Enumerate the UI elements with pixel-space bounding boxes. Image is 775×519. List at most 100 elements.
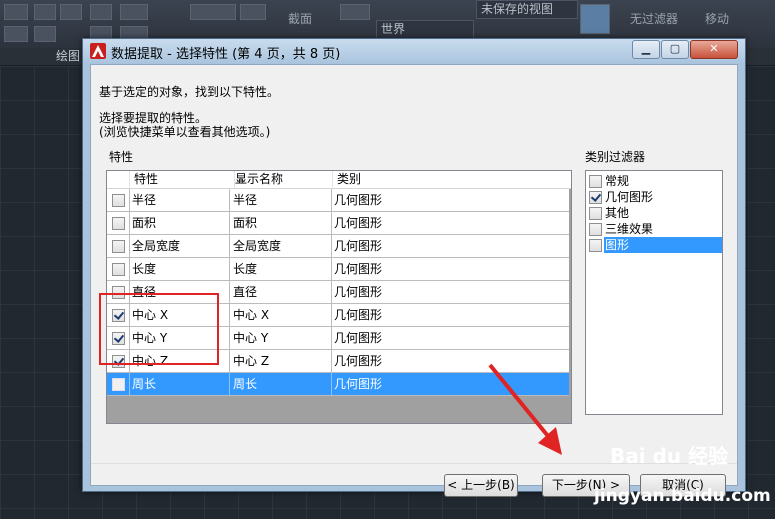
properties-group-label: 特性: [109, 150, 134, 164]
property-name: 周长: [132, 377, 157, 391]
filter-checkbox[interactable]: [589, 239, 602, 252]
ribbon-tool-button[interactable]: [4, 26, 28, 42]
table-row[interactable]: 半径 半径 几何图形: [107, 189, 569, 212]
filter-checkbox[interactable]: [589, 191, 602, 204]
category-name: 几何图形: [334, 308, 383, 322]
ribbon-tool-button[interactable]: [240, 4, 266, 20]
filter-label: 图形: [604, 237, 722, 253]
column-divider: [331, 350, 332, 372]
ribbon-tool-button[interactable]: [34, 4, 56, 20]
row-checkbox[interactable]: [112, 309, 125, 322]
view-select[interactable]: 未保存的视图: [476, 0, 578, 19]
column-divider: [129, 258, 130, 280]
filter-checkbox[interactable]: [589, 223, 602, 236]
row-checkbox[interactable]: [112, 263, 125, 276]
row-checkbox[interactable]: [112, 240, 125, 253]
category-name: 几何图形: [334, 193, 383, 207]
category-name: 几何图形: [334, 285, 383, 299]
table-row[interactable]: 全局宽度 全局宽度 几何图形: [107, 235, 569, 258]
ribbon-tool-button[interactable]: [4, 4, 28, 20]
column-divider: [229, 258, 230, 280]
row-checkbox[interactable]: [112, 217, 125, 230]
column-divider: [331, 281, 332, 303]
table-row[interactable]: 周长 周长 几何图形: [107, 373, 569, 396]
move-label: 移动: [705, 12, 730, 26]
row-checkbox[interactable]: [112, 194, 125, 207]
column-header-property[interactable]: 特性: [130, 171, 245, 188]
row-checkbox[interactable]: [112, 378, 125, 391]
column-divider: [331, 212, 332, 234]
column-divider: [229, 189, 230, 211]
column-divider: [331, 304, 332, 326]
row-checkbox[interactable]: [112, 332, 125, 345]
maximize-icon: ▢: [669, 42, 681, 55]
column-divider: [331, 235, 332, 257]
minimize-icon: ▁: [641, 42, 651, 55]
column-divider: [129, 350, 130, 372]
table-row[interactable]: 中心 X 中心 X 几何图形: [107, 304, 569, 327]
dialog-title: 数据提取 - 选择特性 (第 4 页，共 8 页): [111, 47, 341, 62]
filter-checkbox[interactable]: [589, 175, 602, 188]
column-divider: [129, 327, 130, 349]
ribbon-tool-button[interactable]: [34, 26, 56, 42]
display-name: 中心 X: [233, 308, 270, 322]
property-name: 中心 Y: [132, 331, 168, 345]
filter-item[interactable]: 常规: [586, 173, 722, 189]
dialog-client-area: 基于选定的对象，找到以下特性。 选择要提取的特性。 (浏览快捷菜单以查看其他选项…: [90, 64, 738, 497]
column-divider: [129, 373, 130, 395]
maximize-button[interactable]: ▢: [661, 40, 689, 59]
property-name: 半径: [132, 193, 157, 207]
display-name: 直径: [233, 285, 258, 299]
ribbon-tool-button[interactable]: [190, 4, 236, 20]
dialog-titlebar[interactable]: 数据提取 - 选择特性 (第 4 页，共 8 页) ▁ ▢ ✕: [83, 39, 745, 63]
property-name: 长度: [132, 262, 157, 276]
viewport-select[interactable]: 世界: [376, 20, 474, 39]
filter-item[interactable]: 几何图形: [586, 189, 722, 205]
column-header-display-name[interactable]: 显示名称: [231, 171, 333, 188]
back-button[interactable]: < 上一步(B): [444, 474, 518, 497]
filter-item[interactable]: 其他: [586, 205, 722, 221]
property-name: 中心 Z: [132, 354, 169, 368]
display-name: 全局宽度: [233, 239, 282, 253]
panel-label-draw[interactable]: 绘图: [52, 48, 84, 64]
filter-item[interactable]: 图形: [586, 237, 722, 253]
display-name: 中心 Y: [233, 331, 269, 345]
table-row[interactable]: 中心 Y 中心 Y 几何图形: [107, 327, 569, 350]
category-name: 几何图形: [334, 354, 383, 368]
filter-item[interactable]: 三维效果: [586, 221, 722, 237]
minimize-button[interactable]: ▁: [632, 40, 660, 59]
close-button[interactable]: ✕: [690, 40, 738, 59]
category-name: 几何图形: [334, 377, 383, 391]
header-check-column: [107, 171, 130, 188]
autocad-app-icon: [90, 43, 106, 59]
properties-list[interactable]: 特性 显示名称 类别 半径 半径 几何图形 面积 面积 几何图形 全局宽度 全局宽度 几何图形长…: [106, 170, 572, 424]
ribbon-tool-button[interactable]: [340, 4, 370, 20]
table-row[interactable]: 长度 长度 几何图形: [107, 258, 569, 281]
column-header-category[interactable]: 类别: [333, 171, 571, 188]
category-filter-list[interactable]: 常规 几何图形 其他 三维效果 图形: [585, 170, 723, 415]
table-row[interactable]: 直径 直径 几何图形: [107, 281, 569, 304]
ribbon-large-button[interactable]: [580, 4, 610, 34]
table-row[interactable]: 面积 面积 几何图形: [107, 212, 569, 235]
ribbon-tool-button[interactable]: [120, 4, 148, 20]
category-name: 几何图形: [334, 262, 383, 276]
filter-label: 无过滤器: [630, 12, 679, 26]
table-row[interactable]: 中心 Z 中心 Z 几何图形: [107, 350, 569, 373]
intro-text: 基于选定的对象，找到以下特性。: [99, 85, 280, 99]
column-divider: [331, 373, 332, 395]
column-divider: [229, 281, 230, 303]
property-name: 中心 X: [132, 308, 169, 322]
column-divider: [229, 327, 230, 349]
row-checkbox[interactable]: [112, 286, 125, 299]
column-divider: [229, 235, 230, 257]
column-divider: [129, 304, 130, 326]
column-divider: [129, 281, 130, 303]
ribbon-tool-button[interactable]: [90, 4, 112, 20]
display-name: 面积: [233, 216, 258, 230]
filter-checkbox[interactable]: [589, 207, 602, 220]
column-header-property-label: 特性: [134, 172, 159, 186]
column-divider: [129, 212, 130, 234]
row-checkbox[interactable]: [112, 355, 125, 368]
column-divider: [331, 327, 332, 349]
ribbon-tool-button[interactable]: [60, 4, 82, 20]
